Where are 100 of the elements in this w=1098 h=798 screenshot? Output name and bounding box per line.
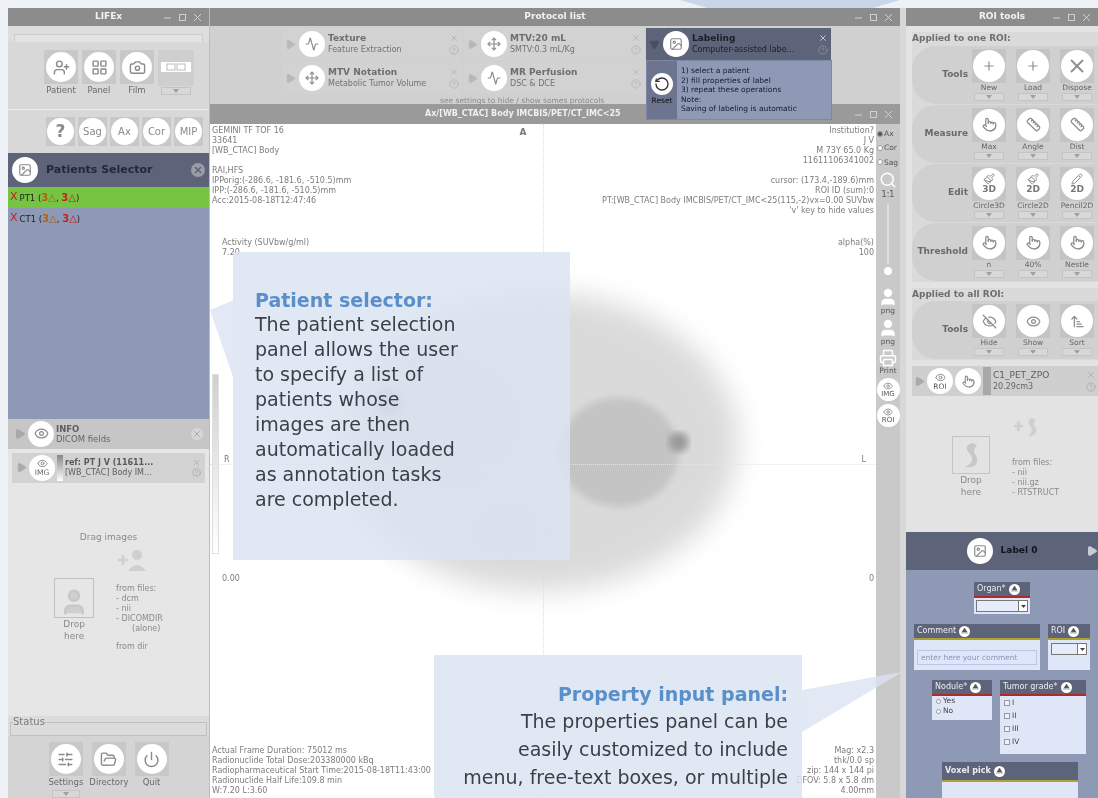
close-icon[interactable] [192,458,201,468]
pointer-icon [955,368,981,394]
close-icon[interactable] [885,13,892,21]
tool-button[interactable] [972,225,1006,260]
close-icon[interactable] [818,33,828,43]
layout-icon[interactable] [158,50,194,86]
upload-icon[interactable] [1060,681,1072,693]
caret-icon[interactable] [1062,269,1092,278]
view-button[interactable]: ? [46,116,75,146]
tool-button[interactable]: 2D [1060,166,1094,201]
person-icon[interactable] [878,317,898,338]
scan-info: RAI,HFS [212,166,245,176]
tool-button[interactable] [972,48,1006,83]
zoom-icon[interactable] [879,170,897,189]
caret-icon[interactable] [974,210,1004,219]
tool-button[interactable] [972,107,1006,142]
expand-icon[interactable] [649,38,660,50]
maximize-icon[interactable] [870,110,877,118]
upload-icon[interactable] [1008,583,1020,595]
caret-icon[interactable] [974,348,1004,356]
close-icon[interactable] [191,427,203,440]
source-text: from files: [116,584,158,594]
protocol-card[interactable]: Labeling Computer-assisted labe... [646,28,831,60]
toolbar-button[interactable] [44,50,78,84]
next-icon[interactable] [1086,545,1098,557]
tool-button[interactable] [1016,225,1050,260]
help-icon[interactable] [1086,382,1096,392]
close-icon[interactable] [1083,13,1090,21]
caret-icon[interactable] [974,151,1004,160]
person-icon[interactable] [878,286,898,307]
tool-button[interactable] [1060,107,1094,142]
upload-icon[interactable] [1068,625,1080,637]
view-button[interactable]: Ax [110,116,139,146]
window-title: Protocol list [524,10,586,24]
caret-icon[interactable] [1018,269,1048,278]
patient-label: PT1 (3△, 3△) [19,190,80,205]
dropdown[interactable] [976,600,1028,612]
tool-button[interactable] [1016,107,1050,142]
expand-icon[interactable] [467,72,478,84]
tool-button[interactable]: 3D [972,166,1006,201]
expand-icon[interactable] [914,375,925,387]
group-label: Tools [941,323,969,337]
printer-icon[interactable] [879,348,897,367]
caret-icon[interactable] [1062,92,1092,101]
tool-button[interactable] [1060,225,1094,260]
caret-icon[interactable] [161,87,191,95]
scan-info: W:7.20 L:3.60 [212,786,269,796]
tool-button[interactable] [1060,48,1094,83]
expand-icon[interactable] [16,462,27,474]
tool-button[interactable] [1060,304,1094,338]
tool-button[interactable] [1016,304,1050,338]
tool-button[interactable] [972,304,1006,338]
drop-target[interactable] [54,578,95,619]
caret-icon[interactable] [974,269,1004,278]
expand-icon[interactable] [285,38,296,50]
dropdown-arrow-icon [1020,604,1026,608]
upload-icon[interactable] [993,765,1005,777]
upload-icon[interactable] [970,681,982,693]
upload-icon[interactable] [959,625,971,637]
app-button[interactable] [134,742,169,777]
tool-button[interactable]: 2D [1016,166,1050,201]
caret-icon[interactable] [1062,210,1092,219]
caret-icon[interactable] [51,790,80,798]
protocol-subtitle: DSC & DCE [510,78,556,89]
caret-icon[interactable] [1018,151,1048,160]
slider-handle[interactable] [884,266,892,275]
toolbar-button[interactable] [120,50,154,84]
patient-row[interactable]: X CT1 (3△, 3△) [8,207,209,229]
caret-icon[interactable] [1062,151,1092,160]
source-text: from dir [116,642,149,653]
maximize-icon[interactable] [179,13,186,21]
caret-icon[interactable] [1018,210,1048,219]
scan-info: IPP:(-286.6, -181.6, -510.5)mm [212,186,338,196]
expand-icon[interactable] [14,427,26,440]
app-button[interactable] [91,742,126,777]
view-button[interactable]: MIP [174,116,203,146]
close-icon[interactable] [1086,370,1096,380]
maximize-icon[interactable] [1068,13,1075,21]
tool-button[interactable] [1016,48,1050,83]
help-icon[interactable] [192,468,201,478]
expand-icon[interactable] [285,72,296,84]
drop-target[interactable] [952,436,990,474]
help-icon[interactable] [818,45,828,55]
expand-icon[interactable] [467,38,478,50]
app-button[interactable] [48,742,83,777]
badge-label: 2D [1026,185,1040,194]
close-icon[interactable] [191,163,205,177]
caret-icon[interactable] [974,92,1004,101]
caret-icon[interactable] [1018,92,1048,101]
status-mark: X [10,210,18,227]
patient-row[interactable]: X PT1 (3△, 3△) [8,186,209,208]
view-button[interactable]: Sag [78,116,107,146]
caret-icon[interactable] [1018,348,1048,356]
maximize-icon[interactable] [870,13,877,21]
close-icon[interactable] [194,13,201,21]
toolbar-button[interactable] [82,50,116,84]
caret-icon[interactable] [1062,348,1092,356]
view-button[interactable]: Cor [142,116,171,146]
close-icon[interactable] [885,110,892,118]
dropdown[interactable] [1051,643,1087,655]
